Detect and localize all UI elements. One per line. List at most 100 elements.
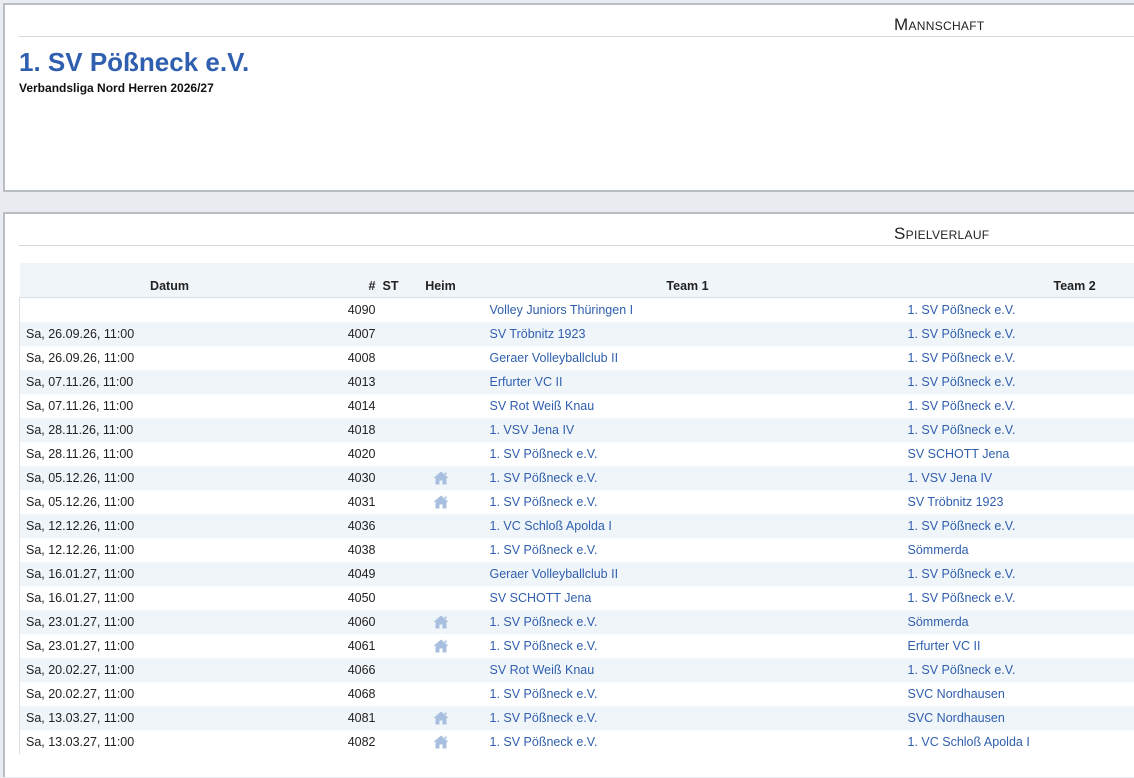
column-header-home[interactable]: Heim	[405, 263, 476, 298]
column-header-team2[interactable]: Team 2	[899, 263, 1134, 298]
game-team1-link[interactable]: 1. SV Pößneck e.V.	[490, 735, 598, 749]
game-team2-link[interactable]: SVC Nordhausen	[908, 711, 1005, 725]
game-team1-link[interactable]: 1. SV Pößneck e.V.	[490, 495, 598, 509]
table-row: Sa, 26.09.26, 11:00 4008 Geraer Volleyball…	[19, 346, 1134, 370]
game-team2-link[interactable]: 1. SV Pößneck e.V.	[908, 399, 1016, 413]
game-team2-link[interactable]: 1. SV Pößneck e.V.	[908, 423, 1016, 437]
game-team2-link[interactable]: 1. SV Pößneck e.V.	[908, 303, 1016, 317]
game-team1-link[interactable]: 1. VC Schloß Apolda I	[490, 519, 612, 533]
game-status	[375, 634, 406, 658]
game-status	[375, 538, 406, 562]
game-home	[405, 634, 476, 658]
game-home	[405, 418, 476, 442]
table-row: Sa, 28.11.26, 11:00 4018 1. VSV Jena IV 1. …	[19, 418, 1134, 442]
games-section-header: Spielverlauf	[19, 224, 1134, 246]
game-team2-link[interactable]: SV SCHOTT Jena	[908, 447, 1010, 461]
game-status	[375, 658, 406, 682]
game-team2-link[interactable]: Sömmerda	[908, 543, 969, 557]
game-team1-link[interactable]: 1. SV Pößneck e.V.	[490, 711, 598, 725]
game-date: Sa, 16.01.27, 11:00	[19, 586, 320, 610]
game-status	[375, 490, 406, 514]
game-number: 4031	[319, 490, 376, 514]
game-team1-link[interactable]: SV Rot Weiß Knau	[490, 663, 595, 677]
game-number: 4049	[319, 562, 376, 586]
column-header-team1[interactable]: Team 1	[475, 263, 900, 298]
game-team2: SVC Nordhausen	[899, 706, 1134, 730]
game-date: Sa, 23.01.27, 11:00	[19, 634, 320, 658]
game-home	[405, 346, 476, 370]
game-team1-link[interactable]: 1. VSV Jena IV	[490, 423, 575, 437]
game-date: Sa, 12.12.26, 11:00	[19, 538, 320, 562]
game-team1: SV Rot Weiß Knau	[475, 394, 900, 418]
game-team1-link[interactable]: SV Tröbnitz 1923	[490, 327, 586, 341]
game-team1-link[interactable]: 1. SV Pößneck e.V.	[490, 639, 598, 653]
game-date: Sa, 16.01.27, 11:00	[19, 562, 320, 586]
game-team2: 1. VC Schloß Apolda I	[899, 730, 1134, 754]
game-team2-link[interactable]: 1. SV Pößneck e.V.	[908, 375, 1016, 389]
game-team2: 1. SV Pößneck e.V.	[899, 297, 1134, 322]
game-team1: Geraer Volleyballclub II	[475, 346, 900, 370]
game-home	[405, 586, 476, 610]
game-team1-link[interactable]: Volley Juniors Thüringen I	[490, 303, 634, 317]
game-team1-link[interactable]: 1. SV Pößneck e.V.	[490, 615, 598, 629]
game-home	[405, 514, 476, 538]
game-date: Sa, 28.11.26, 11:00	[19, 442, 320, 466]
table-row: Sa, 20.02.27, 11:00 4066 SV Rot Weiß Knau 1…	[19, 658, 1134, 682]
game-status	[375, 610, 406, 634]
home-icon	[433, 471, 448, 485]
table-row: Sa, 05.12.26, 11:00 4030 1. SV Pößneck e.V…	[19, 466, 1134, 490]
game-team1-link[interactable]: 1. SV Pößneck e.V.	[490, 471, 598, 485]
game-home	[405, 442, 476, 466]
game-team2-link[interactable]: 1. SV Pößneck e.V.	[908, 663, 1016, 677]
game-team1: SV SCHOTT Jena	[475, 586, 900, 610]
game-team2: 1. VSV Jena IV	[899, 466, 1134, 490]
game-home	[405, 297, 476, 322]
game-team2: 1. SV Pößneck e.V.	[899, 394, 1134, 418]
game-team1-link[interactable]: SV Rot Weiß Knau	[490, 399, 595, 413]
game-team2-link[interactable]: Erfurter VC II	[908, 639, 981, 653]
game-status	[375, 370, 406, 394]
game-team2-link[interactable]: 1. SV Pößneck e.V.	[908, 351, 1016, 365]
table-row: Sa, 12.12.26, 11:00 4038 1. SV Pößneck e.V…	[19, 538, 1134, 562]
home-icon	[433, 735, 448, 749]
column-header-date[interactable]: Datum	[19, 263, 320, 298]
game-team2-link[interactable]: 1. VSV Jena IV	[908, 471, 993, 485]
column-header-number[interactable]: #	[319, 263, 376, 298]
game-team2-link[interactable]: Sömmerda	[908, 615, 969, 629]
game-date: Sa, 12.12.26, 11:00	[19, 514, 320, 538]
team-panel: Mannschaft 1. SV Pößneck e.V. Verbandsli…	[3, 3, 1134, 192]
game-team1-link[interactable]: Geraer Volleyballclub II	[490, 567, 619, 581]
game-team1: 1. SV Pößneck e.V.	[475, 538, 900, 562]
game-team1: 1. SV Pößneck e.V.	[475, 634, 900, 658]
game-team1-link[interactable]: 1. SV Pößneck e.V.	[490, 543, 598, 557]
game-status	[375, 514, 406, 538]
game-date: Sa, 07.11.26, 11:00	[19, 370, 320, 394]
game-number: 4066	[319, 658, 376, 682]
game-number: 4081	[319, 706, 376, 730]
game-team1: SV Rot Weiß Knau	[475, 658, 900, 682]
game-team1-link[interactable]: 1. SV Pößneck e.V.	[490, 447, 598, 461]
game-team2-link[interactable]: 1. SV Pößneck e.V.	[908, 519, 1016, 533]
game-team1-link[interactable]: SV SCHOTT Jena	[490, 591, 592, 605]
game-home	[405, 370, 476, 394]
game-status	[375, 466, 406, 490]
game-team2-link[interactable]: 1. SV Pößneck e.V.	[908, 591, 1016, 605]
game-team1-link[interactable]: Geraer Volleyballclub II	[490, 351, 619, 365]
table-row: Sa, 13.03.27, 11:00 4082 1. SV Pößneck e.V…	[19, 730, 1134, 754]
game-team2-link[interactable]: SVC Nordhausen	[908, 687, 1005, 701]
game-team1: 1. SV Pößneck e.V.	[475, 730, 900, 754]
game-team1: Volley Juniors Thüringen I	[475, 297, 900, 322]
game-team2-link[interactable]: 1. SV Pößneck e.V.	[908, 567, 1016, 581]
game-team1-link[interactable]: Erfurter VC II	[490, 375, 563, 389]
game-team2-link[interactable]: 1. VC Schloß Apolda I	[908, 735, 1030, 749]
table-row: Sa, 12.12.26, 11:00 4036 1. VC Schloß Apol…	[19, 514, 1134, 538]
game-team2-link[interactable]: SV Tröbnitz 1923	[908, 495, 1004, 509]
game-number: 4008	[319, 346, 376, 370]
game-team1: SV Tröbnitz 1923	[475, 322, 900, 346]
game-team2-link[interactable]: 1. SV Pößneck e.V.	[908, 327, 1016, 341]
column-header-st[interactable]: ST	[375, 263, 406, 298]
game-team1-link[interactable]: 1. SV Pößneck e.V.	[490, 687, 598, 701]
game-status	[375, 394, 406, 418]
game-status	[375, 706, 406, 730]
game-home	[405, 610, 476, 634]
